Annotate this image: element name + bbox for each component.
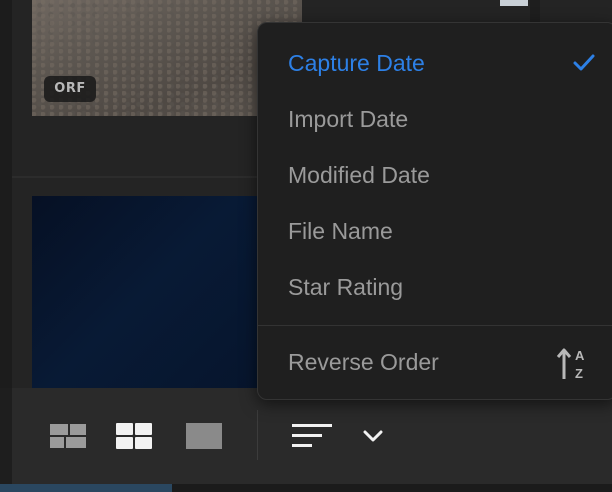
checkmark-icon — [573, 54, 595, 71]
toolbar-divider — [257, 410, 258, 460]
sort-option-file-name[interactable]: File Name — [258, 205, 612, 257]
menu-separator — [258, 325, 612, 326]
menu-item-label: Modified Date — [288, 162, 430, 188]
menu-item-label: File Name — [288, 218, 393, 244]
svg-text:Z: Z — [575, 366, 583, 381]
sort-option-star-rating[interactable]: Star Rating — [258, 261, 612, 313]
compact-grid-view-icon[interactable] — [48, 421, 88, 451]
sort-option-capture-date[interactable]: Capture Date — [258, 37, 612, 89]
sort-option-import-date[interactable]: Import Date — [258, 93, 612, 145]
photo-thumbnail[interactable] — [500, 0, 528, 6]
menu-item-label: Reverse Order — [288, 349, 439, 375]
single-photo-view-icon[interactable] — [184, 421, 224, 451]
menu-item-label: Capture Date — [288, 50, 425, 76]
status-strip-accent — [0, 484, 172, 492]
view-toolbar — [12, 388, 612, 484]
chevron-down-icon[interactable] — [358, 421, 388, 451]
grid-left-gutter — [0, 0, 12, 388]
large-grid-view-icon[interactable] — [114, 421, 154, 451]
menu-item-label: Star Rating — [288, 274, 404, 300]
menu-item-label: Import Date — [288, 106, 409, 132]
sort-icon[interactable] — [288, 418, 336, 454]
svg-text:A: A — [575, 348, 585, 363]
sort-option-modified-date[interactable]: Modified Date — [258, 149, 612, 201]
file-type-badge: ORF — [44, 76, 96, 102]
sort-menu: Capture Date Import Date Modified Date F… — [257, 22, 612, 400]
sort-ascending-az-icon: A Z — [556, 348, 585, 381]
